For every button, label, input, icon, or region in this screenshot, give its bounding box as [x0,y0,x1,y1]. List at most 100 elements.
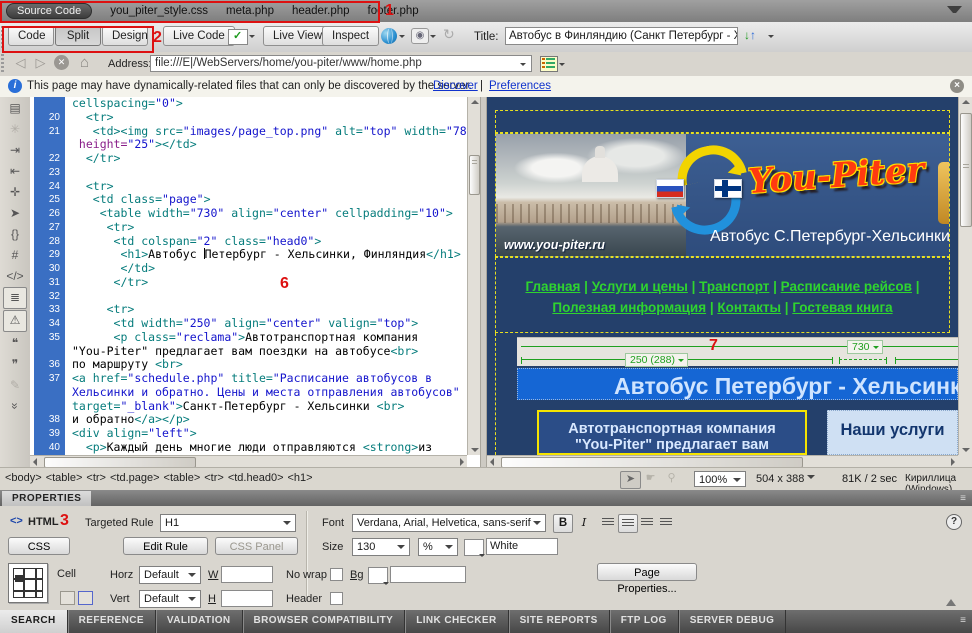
design-scroll-right-arrow[interactable] [951,458,955,466]
highlight-invalid-code-icon[interactable]: </> [4,266,26,286]
code-line[interactable]: 29 <h1>Автобус Петербург - Хельсинки, Фи… [30,248,467,262]
collapse-panel-icon[interactable] [946,594,956,606]
size-combo[interactable]: 130 [352,538,410,556]
design-scroll-up-arrow[interactable] [962,100,970,104]
merge-cells-icon[interactable] [60,591,75,605]
site-nav-link[interactable]: Полезная информация [552,300,706,315]
code-line[interactable]: 34 <td width="250" align="center" valign… [30,317,467,331]
check-browser-compat-icon[interactable]: ◉ [411,28,429,44]
code-line[interactable]: 23 [30,166,467,180]
address-input[interactable]: file:///E|/WebServers/home/you-piter/www… [150,55,532,72]
file-status-dropdown-arrow[interactable] [249,35,255,41]
header-checkbox[interactable] [330,592,343,605]
services-box[interactable]: Наши услуги [827,410,958,455]
code-line[interactable]: 38и обратно</a></p> [30,413,467,427]
tag-selector-item[interactable]: <body> [5,472,42,484]
discover-link[interactable]: Discover [433,80,478,92]
word-wrap-icon[interactable]: ≣ [3,287,27,309]
site-nav-link[interactable]: Контакты [717,300,781,315]
select-tool-icon[interactable]: ➤ [620,471,641,489]
code-line[interactable]: 28 <td colspan="2" class="head0"> [30,235,467,249]
results-tab-server-debug[interactable]: SERVER DEBUG [679,610,787,633]
code-line[interactable]: target="_blank">Санкт-Петербург - Хельси… [30,400,467,414]
site-nav-link[interactable]: Расписание рейсов [781,279,912,294]
related-file[interactable]: meta.php [226,5,274,17]
view-options-arrow[interactable] [559,63,565,69]
magnification-combo[interactable]: 100% [694,471,746,487]
outer-width-label[interactable]: 730 [847,340,883,354]
vert-combo[interactable]: Default [139,590,201,608]
site-nav-link[interactable]: Услуги и цены [592,279,688,294]
code-line[interactable]: 31 </tr> [30,276,467,290]
no-wrap-checkbox[interactable] [330,568,343,581]
scroll-right-arrow[interactable] [460,458,464,466]
tag-selector-item[interactable]: <table> [46,472,83,484]
align-left-button[interactable] [599,514,617,531]
remove-comment-icon[interactable]: ❞ [4,354,26,374]
live-code-button[interactable]: Live Code [163,26,235,46]
apply-comment-icon[interactable]: ❝ [4,333,26,353]
design-scroll-down-arrow[interactable] [962,448,970,452]
code-line[interactable]: 21 <td><img src="images/page_top.png" al… [30,125,467,139]
results-tab-validation[interactable]: VALIDATION [156,610,243,633]
view-button-design[interactable]: Design [102,26,148,46]
collapse-selection-icon[interactable]: ⇤ [4,161,26,181]
design-view[interactable]: You-Piter Автобус С.Петербург-Хельсинки … [487,97,958,455]
stop-icon[interactable]: ✕ [54,55,69,70]
zoom-tool-icon[interactable]: ⚲ [662,471,681,487]
filter-icon[interactable] [947,6,962,13]
syntax-error-alerts-icon[interactable]: ⚠ [3,310,27,332]
close-infobar-icon[interactable]: × [950,79,964,93]
hand-tool-icon[interactable]: ☛ [641,471,660,487]
code-line[interactable]: 35 <p class="reclama">Автотранспортная к… [30,331,467,345]
open-documents-icon[interactable]: ▤ [4,98,26,118]
view-options-icon[interactable] [540,56,558,72]
code-line[interactable]: 40 <p>Каждый день многие люди отправляют… [30,441,467,455]
font-combo[interactable]: Verdana, Arial, Helvetica, sans-serif [352,514,546,532]
table-width-bars[interactable]: 730 250 (288) [517,337,958,366]
html-mode-button[interactable]: HTML [28,516,59,528]
design-scroll-left-arrow[interactable] [490,458,494,466]
page-top-strip[interactable] [495,110,950,133]
size-unit-combo[interactable]: % [418,538,458,556]
collapse-toolbar-icon[interactable]: » [5,395,25,417]
code-line[interactable]: 37<a href="schedule.php" title="Расписан… [30,372,467,386]
results-tab-reference[interactable]: REFERENCE [68,610,156,633]
site-nav-cell[interactable]: Главная | Услуги и цены | Транспорт | Ра… [495,257,950,333]
inner-width-label[interactable]: 250 (288) [625,353,688,367]
related-file[interactable]: header.php [292,5,350,17]
bg-color-input[interactable] [390,566,466,583]
design-scroll-thumb[interactable] [960,113,972,227]
format-source-code-icon[interactable]: ✎ [4,375,26,395]
italic-button[interactable]: I [575,514,593,531]
preferences-link[interactable]: Preferences [489,80,551,92]
back-icon[interactable]: ◁ [12,55,29,72]
tag-selector-item[interactable]: <td.head0> [228,472,284,484]
code-view[interactable]: cellspacing="0">20 <tr>21 <td><img src="… [30,97,467,455]
code-line[interactable]: 26 <table width="730" align="center" cel… [30,207,467,221]
site-nav-link[interactable]: Гостевая книга [792,300,892,315]
refresh-icon[interactable]: ↻ [443,26,455,43]
balance-braces-icon[interactable]: {} [4,224,26,244]
code-line[interactable]: 24 <tr> [30,180,467,194]
view-button-split[interactable]: Split [55,26,101,46]
code-line[interactable]: 20 <tr> [30,111,467,125]
address-dropdown-arrow[interactable] [520,63,526,69]
line-numbers-icon[interactable]: # [4,245,26,265]
align-center-button[interactable] [618,514,638,533]
view-button-code[interactable]: Code [8,26,54,46]
results-tab-site-reports[interactable]: SITE REPORTS [509,610,610,633]
code-line[interactable]: 22 </tr> [30,152,467,166]
code-line[interactable]: 33 <tr> [30,303,467,317]
code-vertical-scrollbar[interactable] [467,97,481,455]
align-justify-button[interactable] [657,514,675,531]
results-tab-ftp-log[interactable]: FTP LOG [610,610,679,633]
file-transfer-icon[interactable]: ↓↑ [744,28,756,42]
page-properties-button[interactable]: Page Properties... [597,563,697,581]
panel-menu-icon[interactable]: ≡ [960,493,966,504]
horz-combo[interactable]: Default [139,566,201,584]
code-line[interactable]: "You-Piter" предлагает вам поездки на ав… [30,345,467,359]
code-line[interactable]: 32 [30,290,467,304]
site-nav-link[interactable]: Транспорт [699,279,769,294]
css-panel-button[interactable]: CSS Panel [215,537,298,555]
